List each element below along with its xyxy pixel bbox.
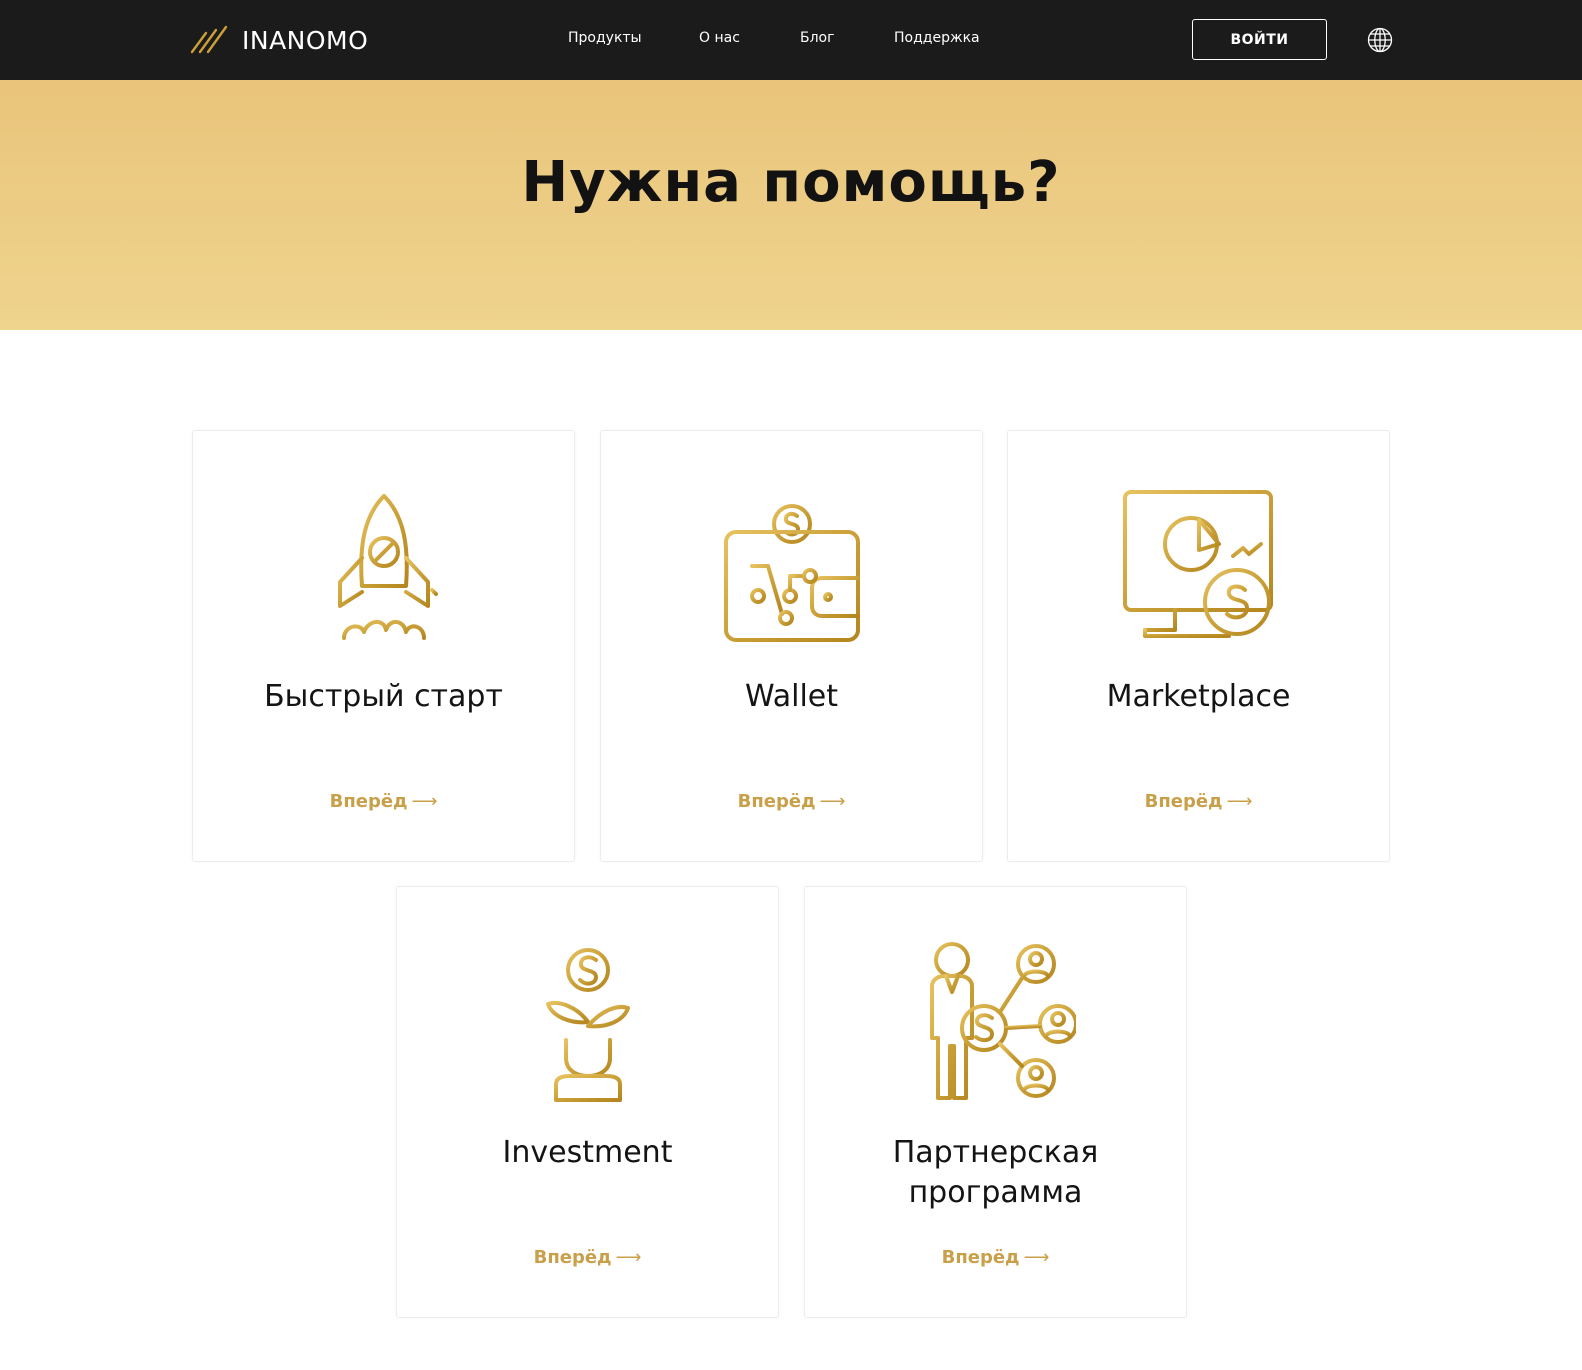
nav-item-products[interactable]: Продукты bbox=[568, 30, 642, 46]
card-title-text: Партнерская программа bbox=[892, 1135, 1099, 1210]
brand-mark-icon bbox=[190, 25, 232, 54]
login-button[interactable]: ВОЙТИ bbox=[1192, 19, 1327, 60]
card-title: Marketplace bbox=[1106, 679, 1291, 714]
card-link-forward[interactable]: Вперёд ⟶ bbox=[805, 1247, 1186, 1268]
card-link-forward[interactable]: Вперёд ⟶ bbox=[1008, 791, 1389, 812]
card-title: Партнерская программа bbox=[805, 1133, 1186, 1213]
card-link-label: Вперёд bbox=[329, 791, 408, 812]
brand-name: INANOMO bbox=[242, 25, 369, 55]
card-wallet[interactable]: Wallet Вперёд ⟶ bbox=[600, 430, 983, 862]
nav-item-support[interactable]: Поддержка bbox=[894, 30, 980, 46]
card-link-forward[interactable]: Вперёд ⟶ bbox=[397, 1247, 778, 1268]
card-link-label: Вперёд bbox=[533, 1247, 612, 1268]
nav-item-about[interactable]: О нас bbox=[699, 30, 740, 46]
arrow-right-icon: ⟶ bbox=[1226, 791, 1253, 812]
arrow-right-icon: ⟶ bbox=[615, 1247, 642, 1268]
globe-icon[interactable] bbox=[1367, 27, 1393, 53]
card-investment[interactable]: Investment Вперёд ⟶ bbox=[396, 886, 779, 1318]
card-link-label: Вперёд bbox=[1144, 791, 1223, 812]
brand-logo[interactable]: INANOMO bbox=[190, 22, 368, 58]
arrow-right-icon: ⟶ bbox=[819, 791, 846, 812]
money-plant-icon bbox=[545, 948, 630, 1102]
arrow-right-icon: ⟶ bbox=[1023, 1247, 1050, 1268]
card-link-forward[interactable]: Вперёд ⟶ bbox=[601, 791, 982, 812]
card-title: Investment bbox=[502, 1135, 673, 1170]
nav-item-blog[interactable]: Блог bbox=[800, 30, 834, 46]
hero-banner: Нужна помощь? bbox=[0, 80, 1582, 330]
card-link-label: Вперёд bbox=[941, 1247, 1020, 1268]
card-marketplace[interactable]: Marketplace Вперёд ⟶ bbox=[1007, 430, 1390, 862]
rocket-icon bbox=[337, 494, 438, 640]
monitor-chart-icon bbox=[1122, 490, 1273, 638]
wallet-icon bbox=[723, 488, 860, 642]
card-title: Wallet bbox=[744, 679, 839, 714]
arrow-right-icon: ⟶ bbox=[411, 791, 438, 812]
card-link-label: Вперёд bbox=[737, 791, 816, 812]
card-quick-start[interactable]: Быстрый старт Вперёд ⟶ bbox=[192, 430, 575, 862]
partner-network-icon bbox=[929, 942, 1076, 1100]
card-title: Быстрый старт bbox=[264, 679, 503, 714]
page-title: Нужна помощь? bbox=[521, 150, 1061, 215]
top-navigation-bar: INANOMO Продукты О нас Блог Поддержка ВО… bbox=[0, 0, 1582, 80]
card-partner-program[interactable]: Партнерская программа Вперёд ⟶ bbox=[804, 886, 1187, 1318]
card-link-forward[interactable]: Вперёд ⟶ bbox=[193, 791, 574, 812]
